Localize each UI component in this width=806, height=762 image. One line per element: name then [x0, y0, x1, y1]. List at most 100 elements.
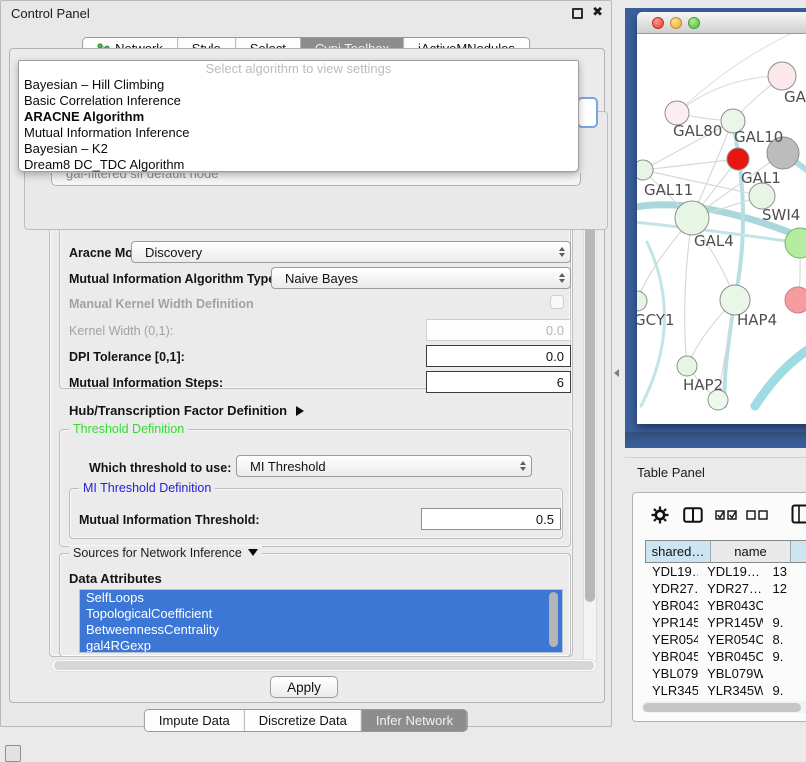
- attributes-scrollbar-thumb[interactable]: [549, 592, 558, 647]
- table-row[interactable]: YER054C YER054C 8.: [645, 631, 806, 648]
- network-node[interactable]: [785, 287, 806, 313]
- apply-button[interactable]: Apply: [270, 676, 338, 698]
- column-header-shared-name[interactable]: shared…: [646, 541, 711, 562]
- network-node[interactable]: [637, 160, 653, 180]
- cyni-tab[interactable]: Impute Data: [145, 710, 244, 731]
- network-collection-combo[interactable]: gal-filtered sif default node: [51, 173, 581, 186]
- algorithm-menu-item[interactable]: Dream8 DC_TDC Algorithm: [19, 157, 578, 173]
- network-node[interactable]: [675, 201, 709, 235]
- screenshot-root: Control Panel ✖ N: [0, 0, 806, 762]
- cell-name: YER054C: [698, 632, 763, 647]
- mi-threshold-input[interactable]: 0.5: [421, 508, 561, 530]
- cell-name: YBR043C: [698, 598, 763, 613]
- network-node-label: SWI4: [762, 206, 800, 224]
- network-node[interactable]: [727, 148, 749, 170]
- table-hscroll-thumb[interactable]: [643, 703, 801, 712]
- algorithm-menu-item[interactable]: ARACNE Algorithm: [19, 109, 578, 125]
- close-window-icon[interactable]: [652, 17, 664, 29]
- network-node[interactable]: [637, 291, 647, 311]
- zoom-window-icon[interactable]: [688, 17, 700, 29]
- cell-name: YLR345W: [698, 683, 763, 698]
- data-attributes-label: Data Attributes: [69, 571, 162, 586]
- stepper-arrows-icon: [559, 273, 565, 283]
- select-all-columns-icon[interactable]: [715, 510, 738, 520]
- table-row[interactable]: YBR043C YBR043C: [645, 597, 806, 614]
- cell-value: 12: [763, 581, 806, 596]
- cell-shared-name: YDR27…: [645, 581, 698, 596]
- deselect-all-columns-icon[interactable]: [746, 510, 769, 520]
- settings-hscroll-thumb[interactable]: [54, 661, 594, 670]
- kernel-width-input[interactable]: 0.0: [426, 319, 571, 341]
- table-horizontal-scrollbar[interactable]: [641, 701, 806, 713]
- cell-name: YDL19…: [698, 564, 763, 579]
- import-table-icon[interactable]: [791, 504, 806, 524]
- attribute-list-item[interactable]: TopologicalCoefficient: [80, 606, 562, 622]
- table-panel-divider: [625, 457, 806, 458]
- network-node[interactable]: [677, 356, 697, 376]
- algorithm-menu-item[interactable]: Basic Correlation Inference: [19, 93, 578, 109]
- algorithm-menu-item[interactable]: Bayesian – K2: [19, 141, 578, 157]
- cyni-tab[interactable]: Infer Network: [361, 710, 467, 731]
- network-canvas[interactable]: GALGAL80GAL10GAL1GAL11SWI4GAL4GCY1HAP4YH…: [637, 34, 806, 424]
- attribute-list-item[interactable]: gal4RGexp: [80, 638, 562, 653]
- table-header-row: shared… name: [645, 540, 806, 563]
- network-node-label: GAL11: [644, 181, 693, 199]
- hub-definition-label: Hub/Transcription Factor Definition: [69, 403, 287, 418]
- sources-legend[interactable]: Sources for Network Inference: [69, 546, 262, 560]
- cell-shared-name: YPR145W: [645, 615, 698, 630]
- table-row[interactable]: YDL19… YDL19… 13: [645, 563, 806, 580]
- column-browser-icon[interactable]: [683, 507, 703, 523]
- network-edge[interactable]: [755, 340, 806, 406]
- mi-type-select[interactable]: Naive Bayes: [271, 267, 571, 289]
- cell-value: 9.: [763, 649, 806, 664]
- dpi-tolerance-input[interactable]: 0.0: [426, 345, 571, 367]
- table-row[interactable]: YBR045C YBR045C 9.: [645, 648, 806, 665]
- settings-vertical-scrollbar[interactable]: [583, 189, 597, 667]
- aracne-mode-value: Discovery: [145, 245, 202, 260]
- hub-definition-toggle[interactable]: Hub/Transcription Factor Definition: [69, 403, 304, 418]
- column-header-name[interactable]: name: [711, 541, 791, 562]
- panel-collapse-arrow[interactable]: [614, 369, 619, 377]
- minimized-panel-icon[interactable]: [5, 745, 21, 762]
- attribute-list-item[interactable]: SelfLoops: [80, 590, 562, 606]
- algorithm-combo-remnant[interactable]: [577, 97, 598, 128]
- algorithm-menu-item[interactable]: Mutual Information Inference: [19, 125, 578, 141]
- cyni-tab-label: Infer Network: [376, 713, 453, 728]
- cell-shared-name: YER054C: [645, 632, 698, 647]
- table-row[interactable]: YLR345W YLR345W 9.: [645, 682, 806, 699]
- stepper-arrows-icon: [520, 461, 526, 471]
- aracne-mode-select[interactable]: Discovery: [131, 241, 571, 263]
- minimize-window-icon[interactable]: [670, 17, 682, 29]
- network-node-label: HAP2: [683, 376, 723, 394]
- float-window-icon[interactable]: [572, 8, 583, 19]
- network-edge[interactable]: [677, 76, 782, 113]
- settings-vscroll-thumb[interactable]: [585, 194, 595, 602]
- close-panel-icon[interactable]: ✖: [592, 4, 603, 20]
- cell-value: 9.: [763, 615, 806, 630]
- which-threshold-select[interactable]: MI Threshold: [236, 455, 532, 477]
- algorithm-menu-item-label: Bayesian – K2: [24, 141, 108, 156]
- mi-steps-input[interactable]: 6: [426, 371, 571, 393]
- network-node[interactable]: [768, 62, 796, 90]
- cell-value: 8.: [763, 632, 806, 647]
- table-row[interactable]: YPR145W YPR145W 9.: [645, 614, 806, 631]
- table-row[interactable]: YBL079W YBL079W: [645, 665, 806, 682]
- network-edge[interactable]: [685, 218, 692, 366]
- which-threshold-value: MI Threshold: [250, 459, 326, 474]
- algorithm-dropdown-popup: Select algorithm to view settings Bayesi…: [18, 60, 579, 172]
- network-window-titlebar: [637, 12, 806, 34]
- network-edge[interactable]: [643, 159, 738, 170]
- settings-horizontal-scrollbar[interactable]: [51, 659, 597, 672]
- cyni-tab-label: Discretize Data: [259, 713, 347, 728]
- cell-name: YBR045C: [698, 649, 763, 664]
- gear-icon[interactable]: [651, 506, 669, 524]
- attribute-list-item[interactable]: BetweennessCentrality: [80, 622, 562, 638]
- algorithm-menu-item[interactable]: Bayesian – Hill Climbing: [19, 77, 578, 93]
- table-row[interactable]: YDR27… YDR27… 12: [645, 580, 806, 597]
- column-header-clipped[interactable]: [791, 541, 806, 562]
- cyni-tab[interactable]: Discretize Data: [244, 710, 361, 731]
- cell-value: 13: [763, 564, 806, 579]
- manual-kernel-checkbox[interactable]: [550, 295, 564, 309]
- network-node-label: GAL1: [741, 169, 781, 187]
- table-toolbar: [633, 493, 806, 537]
